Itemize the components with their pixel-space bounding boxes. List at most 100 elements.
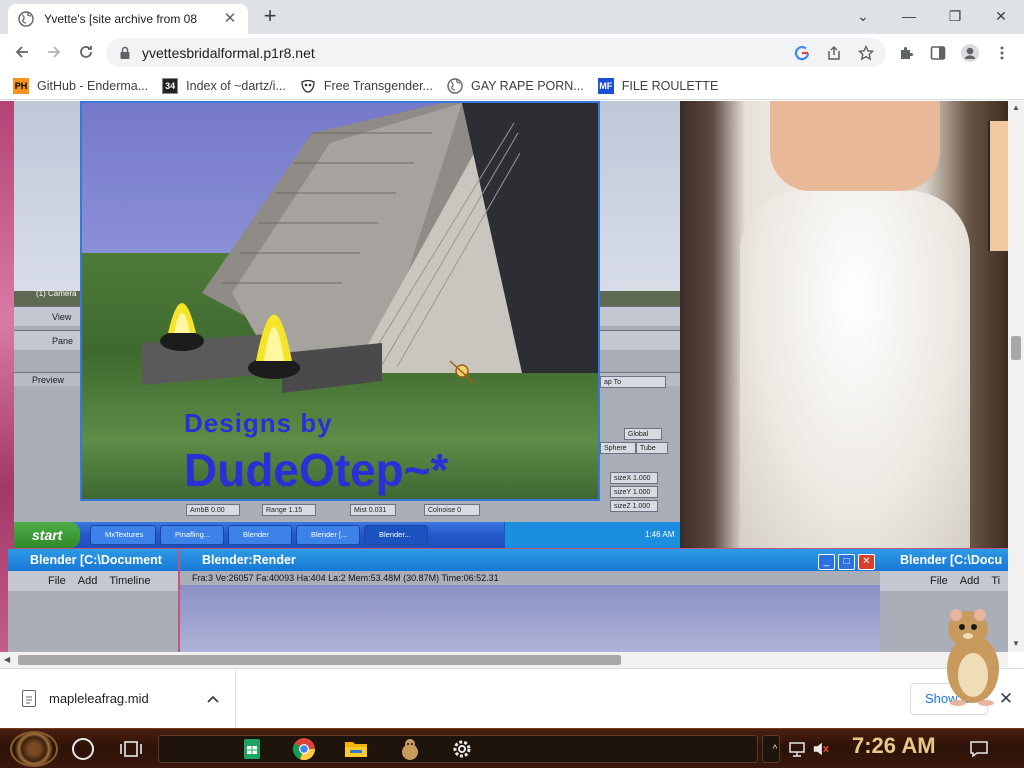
back-arrow-icon <box>15 46 28 58</box>
file-icon <box>22 690 36 707</box>
close-icon: ✕ <box>858 554 875 570</box>
bride-photo <box>680 101 1008 548</box>
browser-tab[interactable]: Yvette's [site archive from 08 ✕ <box>8 4 248 34</box>
download-shelf: mapleleafrag.mid Show all ✕ <box>0 668 1024 728</box>
browser-toolbar: yvettesbridalformal.p1r8.net <box>0 34 1024 72</box>
minimize-button[interactable]: — <box>886 2 932 30</box>
back-button[interactable] <box>8 38 36 66</box>
cartoon-character-image <box>988 121 1008 251</box>
xp-taskbar-button: MxTextures <box>90 525 156 545</box>
signature-line-1: Designs by <box>184 408 333 438</box>
globe-icon <box>18 11 34 27</box>
blender-field: Range 1.15 <box>262 504 316 516</box>
extensions-button[interactable] <box>892 39 920 67</box>
lock-icon[interactable] <box>118 46 132 60</box>
scroll-down-icon[interactable]: ▼ <box>1012 639 1020 648</box>
kebab-menu-icon <box>1000 46 1004 60</box>
tab-search-button[interactable]: ⌄ <box>840 2 886 30</box>
window-title: Blender [C:\Document <box>8 549 178 571</box>
blender-render-window: Blender:Render Fra:3 Ve:26057 Fa:40093 H… <box>180 549 880 652</box>
bookmark-index-dartz[interactable]: 34 Index of ~dartz/i... <box>162 77 286 94</box>
restore-button[interactable]: ❐ <box>932 2 978 30</box>
camera-label: (1) Camera <box>36 289 77 298</box>
google-lens-icon[interactable] <box>790 41 814 65</box>
bookmark-star-icon[interactable] <box>854 41 878 65</box>
blender-window-left: Blender [C:\Document File Add Timeline <box>8 549 178 652</box>
taskbar-clock[interactable]: 7:26 AM <box>852 733 936 759</box>
blender-field: sizeX 1.000 <box>610 472 658 484</box>
bookmark-github[interactable]: PH GitHub - Enderma... <box>13 77 149 94</box>
url-text[interactable]: yvettesbridalformal.p1r8.net <box>142 45 790 61</box>
ph-logo-icon: PH <box>13 77 29 94</box>
volume-muted-icon[interactable] <box>812 739 830 759</box>
avatar-icon <box>961 44 979 62</box>
chevron-up-icon[interactable]: ^ <box>766 739 784 759</box>
reload-icon <box>80 46 92 58</box>
mask-icon <box>301 79 315 93</box>
blender-field: Colnoise 0 <box>424 504 480 516</box>
windows-taskbar: ^ 7:26 AM <box>0 728 1024 768</box>
hamster-app-icon[interactable] <box>396 735 424 763</box>
blender-field: Sphere <box>600 442 636 454</box>
notification-icon[interactable] <box>970 739 988 759</box>
window-menu: File Add Timeline <box>8 571 178 591</box>
side-panel-button[interactable] <box>924 39 952 67</box>
window-title: Blender [C:\Docu <box>880 549 1008 571</box>
scroll-left-icon[interactable]: ◀ <box>4 655 10 664</box>
tab-close-icon[interactable]: ✕ <box>222 11 238 27</box>
render-image: Designs by DudeOtep~* <box>80 101 600 501</box>
hamster-image <box>947 609 999 706</box>
bride-dress <box>740 191 970 548</box>
download-filename: mapleleafrag.mid <box>49 691 149 706</box>
start-button[interactable] <box>10 731 58 767</box>
bookmark-label: Free Transgender... <box>323 78 433 93</box>
blender-field: ap To <box>600 376 666 388</box>
xp-taskbar-button: Blender... <box>364 525 428 545</box>
horizontal-scrollbar[interactable]: ◀ <box>0 652 1008 668</box>
forward-button[interactable] <box>40 38 68 66</box>
minimize-icon: _ <box>818 554 835 570</box>
bookmark-free-transgender[interactable]: Free Transgender... <box>300 78 433 94</box>
reload-button[interactable] <box>72 38 100 66</box>
close-window-button[interactable]: ✕ <box>978 2 1024 30</box>
menu-button[interactable] <box>988 39 1016 67</box>
bookmark-label: FILE ROULETTE <box>621 78 719 93</box>
address-bar[interactable]: yvettesbridalformal.p1r8.net <box>106 38 886 67</box>
settings-gear-icon[interactable] <box>448 735 476 763</box>
chevron-up-icon[interactable] <box>203 689 223 709</box>
vertical-scrollbar[interactable]: ▲ ▼ <box>1008 101 1024 652</box>
web-page-content: (1) Camera View Pane Preview ap To Globa… <box>0 101 1008 652</box>
scroll-up-icon[interactable]: ▲ <box>1012 103 1020 112</box>
file-explorer-icon[interactable] <box>342 735 370 763</box>
render-preview <box>180 585 880 652</box>
download-item[interactable]: mapleleafrag.mid <box>0 669 236 728</box>
new-tab-button[interactable]: + <box>258 5 282 29</box>
bookmark-label: GAY RAPE PORN... <box>470 78 584 93</box>
share-icon[interactable] <box>822 41 846 65</box>
window-title: Blender:Render <box>180 549 880 571</box>
profile-button[interactable] <box>956 39 984 67</box>
xp-taskbar-button: Pinafling... <box>160 525 224 545</box>
mf-logo-icon: MF <box>597 77 614 94</box>
xp-taskbar-button: Blender [... <box>296 525 360 545</box>
horizontal-scroll-thumb[interactable] <box>18 655 621 665</box>
bookmark-file-roulette[interactable]: MF FILE ROULETTE <box>597 77 719 94</box>
maximize-icon: □ <box>838 554 855 570</box>
dartz-logo-icon: 34 <box>162 77 179 94</box>
bookmarks-bar: PH GitHub - Enderma... 34 Index of ~dart… <box>0 72 1024 100</box>
bookmark-globe-site[interactable]: GAY RAPE PORN... <box>447 77 584 94</box>
render-stats: Fra:3 Ve:26057 Fa:40093 Ha:404 La:2 Mem:… <box>180 571 880 585</box>
search-circle-icon[interactable] <box>72 738 94 760</box>
google-sheets-icon[interactable] <box>238 735 266 763</box>
forward-arrow-icon <box>48 46 61 58</box>
vertical-scroll-thumb[interactable] <box>1011 336 1021 360</box>
window-menu: File Add Ti <box>880 571 1008 591</box>
task-view-icon[interactable] <box>120 739 142 759</box>
globe-icon <box>447 77 463 94</box>
tab-strip: Yvette's [site archive from 08 ✕ + ⌄ — ❐… <box>0 0 1024 34</box>
bookmark-label: GitHub - Enderma... <box>37 78 149 93</box>
blender-field: Tube <box>636 442 668 454</box>
xp-system-tray: 1:46 AM <box>504 522 680 548</box>
chrome-icon[interactable] <box>290 735 318 763</box>
network-icon[interactable] <box>788 739 806 759</box>
